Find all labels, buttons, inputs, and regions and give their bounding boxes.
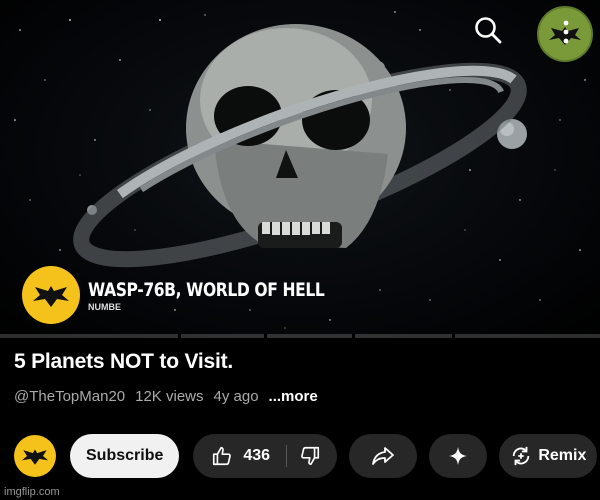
video-info: 5 Planets NOT to Visit. @TheTopMan20 12K… [14, 350, 594, 405]
like-count: 436 [243, 447, 271, 464]
remix-button[interactable]: Remix [499, 434, 598, 478]
like-button[interactable]: 436 [211, 445, 270, 467]
like-divider [286, 445, 288, 467]
chapter-divider [352, 334, 355, 338]
bat-logo-icon [33, 286, 69, 307]
thumbs-up-icon [213, 446, 232, 466]
sparkle-icon [449, 447, 468, 465]
like-dislike-group: 436 [193, 434, 338, 478]
remix-icon [513, 446, 530, 466]
overlay-subtitle: NUMBE [88, 301, 121, 312]
subscribe-button[interactable]: Subscribe [70, 434, 180, 478]
search-button[interactable] [466, 8, 510, 52]
search-icon [475, 17, 502, 44]
more-description-link[interactable]: ...more [269, 388, 318, 405]
share-arrow-icon [372, 447, 395, 465]
chapter-divider [178, 334, 181, 338]
ask-ai-button[interactable] [429, 434, 488, 478]
more-options-icon[interactable] [563, 20, 569, 44]
action-bar: Subscribe 436 Remix [14, 434, 598, 478]
video-meta: @TheTopMan20 12K views 4y ago ...more [14, 388, 594, 405]
channel-avatar[interactable] [14, 435, 56, 477]
overlay-channel-avatar [22, 266, 80, 324]
account-avatar[interactable] [537, 6, 593, 62]
video-title[interactable]: 5 Planets NOT to Visit. [14, 350, 594, 374]
remix-label: Remix [538, 447, 587, 464]
chapter-divider [264, 334, 267, 338]
thumbs-down-icon [301, 446, 320, 466]
video-player[interactable]: WASP-76B, WORLD OF HELL NUMBE [0, 0, 600, 338]
share-button[interactable] [349, 434, 418, 478]
bat-logo-icon [21, 449, 49, 465]
video-progress-bar[interactable] [0, 334, 600, 338]
channel-handle[interactable]: @TheTopMan20 [14, 388, 125, 405]
view-count: 12K views [135, 388, 204, 405]
upload-age: 4y ago [213, 388, 259, 405]
watermark-text: imgflip.com [4, 486, 60, 498]
overlay-video-title: WASP-76B, WORLD OF HELL [88, 278, 325, 301]
video-overlay-channel: WASP-76B, WORLD OF HELL NUMBE [22, 266, 376, 324]
chapter-divider [452, 334, 455, 338]
dislike-button[interactable] [299, 445, 321, 467]
